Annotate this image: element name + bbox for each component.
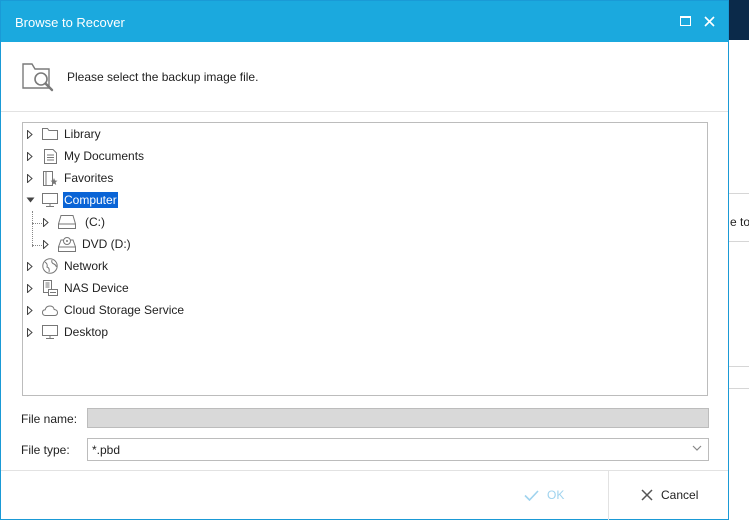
tree-item-network[interactable]: Network <box>25 256 109 276</box>
tree-item-label: Desktop <box>64 325 109 339</box>
tree-connector <box>32 211 33 247</box>
close-icon <box>641 489 653 501</box>
tree-item-cloud-storage[interactable]: Cloud Storage Service <box>25 300 185 320</box>
dvd-drive-icon <box>58 236 76 252</box>
tree-item-label: DVD (D:) <box>82 237 131 251</box>
tree-item-label: Computer <box>63 192 118 208</box>
chevron-down-icon <box>692 445 702 451</box>
location-tree[interactable]: Library My Documents Favorites Computer … <box>22 122 708 396</box>
monitor-icon <box>42 324 58 340</box>
dialog-footer: OK Cancel <box>1 470 728 520</box>
tree-item-label: Cloud Storage Service <box>64 303 185 317</box>
footer-divider <box>608 471 609 520</box>
document-icon <box>42 148 58 164</box>
expand-arrow-icon[interactable] <box>25 129 35 139</box>
header-instruction: Please select the backup image file. <box>67 70 259 84</box>
expand-arrow-icon[interactable] <box>25 305 35 315</box>
close-button[interactable] <box>699 11 719 31</box>
drive-icon <box>58 214 76 230</box>
dialog-title: Browse to Recover <box>15 15 125 30</box>
background-divider <box>729 241 749 242</box>
collapse-arrow-icon[interactable] <box>25 195 35 205</box>
expand-arrow-icon[interactable] <box>41 239 51 249</box>
background-divider <box>729 193 749 194</box>
ok-label: OK <box>547 488 565 502</box>
tree-item-label: NAS Device <box>64 281 129 295</box>
file-name-label: File name: <box>21 412 78 426</box>
monitor-icon <box>42 192 58 208</box>
cancel-button[interactable]: Cancel <box>641 485 721 505</box>
tree-item-favorites[interactable]: Favorites <box>25 168 114 188</box>
maximize-icon <box>679 16 691 26</box>
tree-item-label: Library <box>64 127 101 141</box>
file-name-field[interactable] <box>87 408 709 428</box>
dialog-header: Please select the backup image file. <box>1 42 728 112</box>
tree-item-label: Favorites <box>64 171 114 185</box>
expand-arrow-icon[interactable] <box>25 151 35 161</box>
checkmark-icon <box>524 489 539 501</box>
dialog-titlebar[interactable]: Browse to Recover <box>1 1 728 42</box>
background-partial-text: e to <box>730 215 749 229</box>
globe-icon <box>42 258 58 274</box>
expand-arrow-icon[interactable] <box>25 327 35 337</box>
tree-item-c-drive[interactable]: (C:) <box>41 212 106 232</box>
tree-item-my-documents[interactable]: My Documents <box>25 146 145 166</box>
close-icon <box>703 15 715 27</box>
browse-to-recover-dialog: Browse to Recover Please select the back… <box>0 0 729 520</box>
tree-item-label: My Documents <box>64 149 145 163</box>
expand-arrow-icon[interactable] <box>25 261 35 271</box>
tree-item-nas-device[interactable]: NAS Device <box>25 278 130 298</box>
file-type-value: *.pbd <box>92 443 121 457</box>
tree-item-computer[interactable]: Computer <box>25 190 118 210</box>
background-divider <box>729 366 749 367</box>
maximize-button[interactable] <box>675 11 695 31</box>
tree-item-dvd-drive[interactable]: DVD (D:) <box>41 234 132 254</box>
expand-arrow-icon[interactable] <box>41 217 51 227</box>
nas-icon <box>42 280 58 296</box>
background-divider <box>729 388 749 389</box>
tree-item-label: (C:) <box>85 215 105 229</box>
file-type-label: File type: <box>21 443 70 457</box>
expand-arrow-icon[interactable] <box>25 173 35 183</box>
tree-item-label: Network <box>64 259 109 273</box>
expand-arrow-icon[interactable] <box>25 283 35 293</box>
folder-icon <box>42 126 58 142</box>
favorites-icon <box>42 170 58 186</box>
ok-button[interactable]: OK <box>524 485 594 505</box>
cloud-icon <box>42 302 58 318</box>
tree-item-library[interactable]: Library <box>25 124 102 144</box>
tree-item-desktop[interactable]: Desktop <box>25 322 109 342</box>
cancel-label: Cancel <box>661 488 699 502</box>
file-type-select[interactable]: *.pbd <box>87 438 709 461</box>
folder-search-icon <box>22 63 54 92</box>
